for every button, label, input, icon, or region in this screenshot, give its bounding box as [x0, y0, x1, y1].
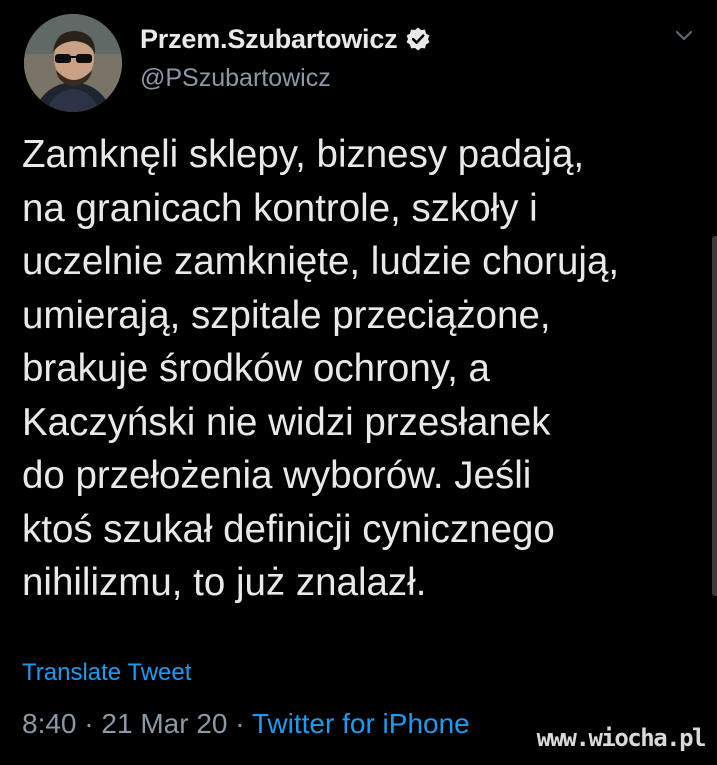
tweet-text-line: Zamknęli sklepy, biznesy padają, [22, 133, 585, 176]
tweet-source-link[interactable]: Twitter for iPhone [252, 708, 470, 739]
chevron-down-icon[interactable] [671, 22, 697, 48]
avatar-photo [24, 14, 122, 112]
meta-separator: · [84, 708, 94, 739]
meta-separator: · [235, 708, 245, 739]
tweet-text-line: do przełożenia wyborów. Jeśli [22, 454, 532, 497]
avatar[interactable] [24, 14, 122, 112]
tweet-meta: 8:40 · 21 Mar 20 · Twitter for iPhone [22, 708, 470, 740]
tweet-time[interactable]: 8:40 [22, 708, 77, 739]
tweet-text-line: Kaczyński nie widzi przesłanek [22, 400, 551, 444]
tweet-text-line: ktoś szukał definicji cynicznego [22, 507, 555, 551]
tweet-text-line: nihilizmu, to już znalazł. [22, 561, 427, 604]
tweet-date[interactable]: 21 Mar 20 [101, 708, 227, 739]
scroll-edge-indicator [712, 236, 717, 596]
author-name-row[interactable]: Przem.Szubartowicz [140, 22, 431, 56]
tweet-text-line: uczelnie zamknięte, ludzie chorują, [22, 240, 620, 283]
display-name[interactable]: Przem.Szubartowicz [140, 24, 398, 55]
tweet-text: Zamknęli sklepy, biznesy padają, na gran… [22, 128, 712, 610]
tweet-text-line: umierają, szpitale przeciążone, [22, 293, 551, 337]
verified-badge-icon [407, 27, 430, 51]
translate-tweet-link[interactable]: Translate Tweet [22, 659, 191, 687]
watermark: www.wiocha.pl [536, 724, 707, 752]
tweet-text-line: brakuje środków ochrony, a [22, 347, 490, 390]
author-handle[interactable]: @PSzubartowicz [140, 64, 331, 93]
tweet-text-line: na granicach kontrole, szkoły i [22, 186, 538, 230]
